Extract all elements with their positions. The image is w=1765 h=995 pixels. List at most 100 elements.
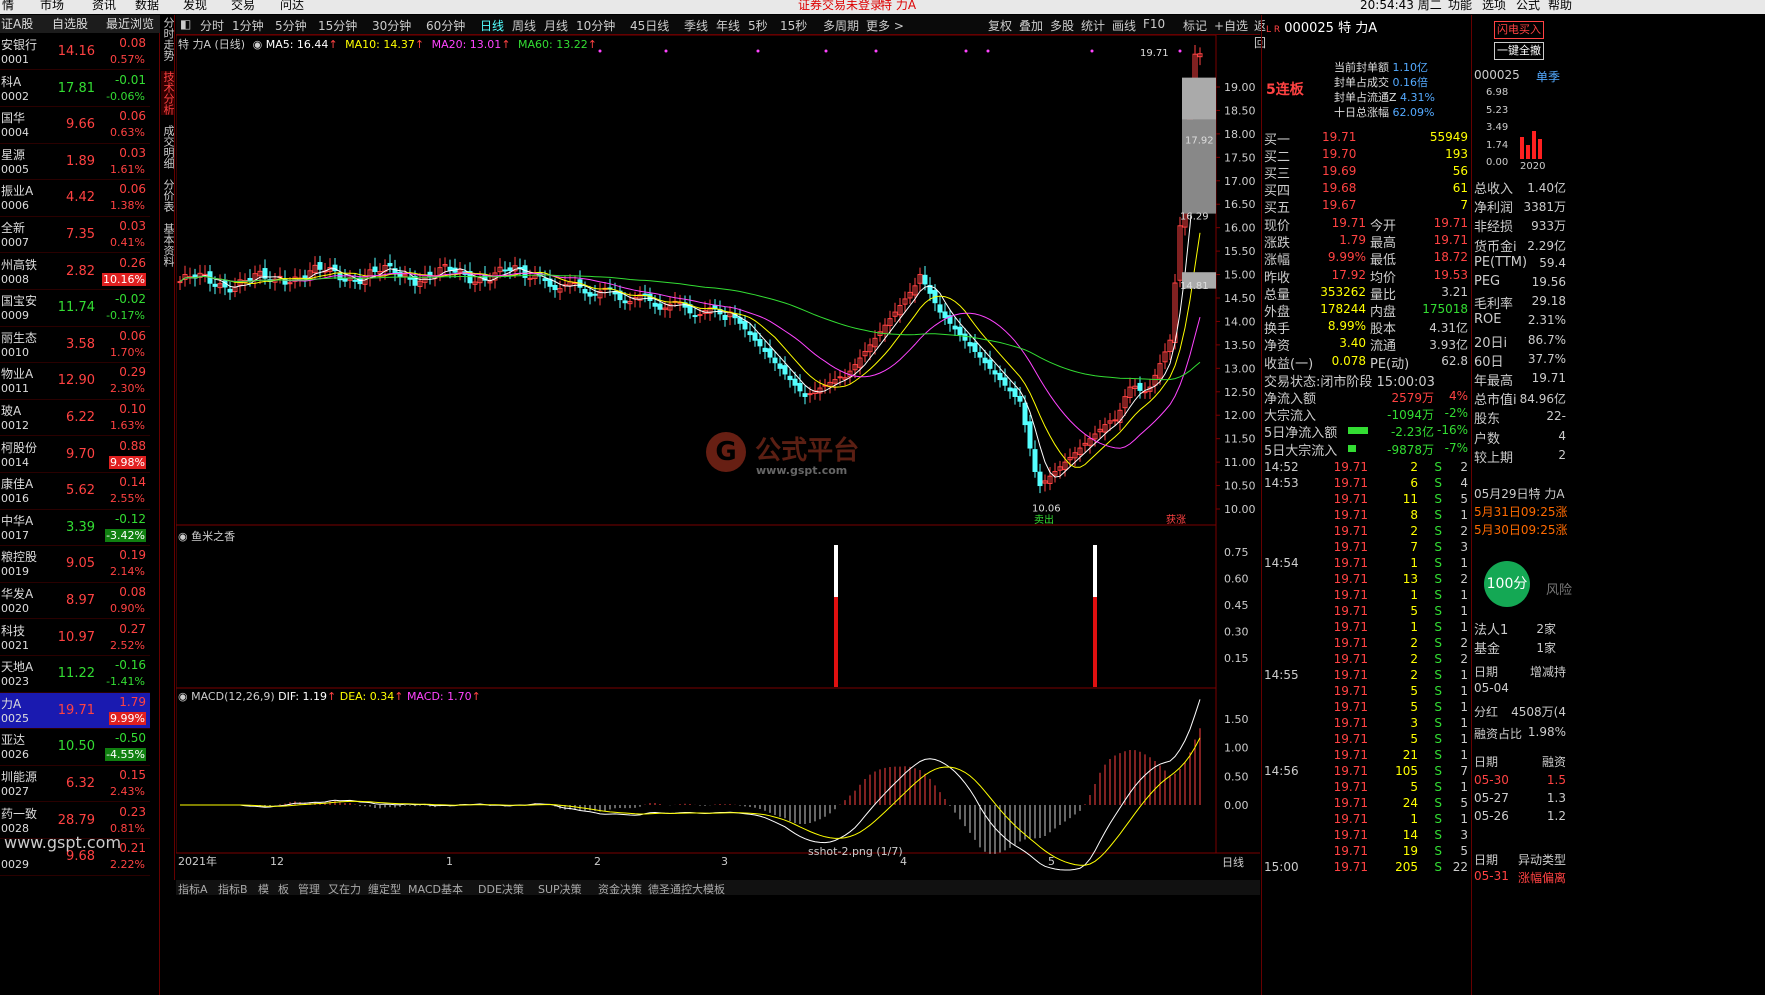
stock-row[interactable]: 亚达 0026 10.50 -0.50 -4.55% xyxy=(0,729,150,766)
tool-button[interactable]: 多股 xyxy=(1050,17,1074,34)
tool-button[interactable]: 复权 xyxy=(988,17,1012,34)
login-notice[interactable]: 证券交易未登录 xyxy=(798,0,882,12)
bottom-tab[interactable]: DDE决策 xyxy=(478,881,524,895)
menu-item[interactable]: 发现 xyxy=(183,0,207,12)
menu-item[interactable]: 数据 xyxy=(135,0,159,12)
stock-percent: 10.16% xyxy=(102,272,146,286)
period-tab[interactable]: 月线 xyxy=(544,17,568,34)
tab-quarter[interactable]: 单季 xyxy=(1536,68,1560,85)
stock-row[interactable]: 物业A 0011 12.90 0.29 2.30% xyxy=(0,363,150,400)
vtab-technical[interactable]: 技术分析 xyxy=(161,71,175,115)
period-tab[interactable]: 日线 xyxy=(480,17,504,34)
news-item[interactable]: 5月31日09:25涨 xyxy=(1474,503,1568,520)
stock-row[interactable]: 科技 0021 10.97 0.27 2.52% xyxy=(0,620,150,656)
toggle-icon[interactable]: ◧ xyxy=(180,17,191,31)
stock-row[interactable]: 国宝安 0009 11.74 -0.02 -0.17% xyxy=(0,290,150,327)
settings-icon[interactable]: ◉ xyxy=(178,530,188,543)
period-tab[interactable]: 5分钟 xyxy=(275,17,307,34)
stat-value: 19.71 xyxy=(1433,216,1468,230)
period-tab[interactable]: 季线 xyxy=(684,17,708,34)
stock-row[interactable]: 力A 0025 19.71 1.79 9.99% xyxy=(0,692,150,730)
news-item[interactable]: 5月30日09:25涨 xyxy=(1474,521,1568,538)
period-tab[interactable]: 10分钟 xyxy=(576,17,615,34)
period-tab[interactable]: 多周期 xyxy=(823,17,859,34)
bottom-tab[interactable]: MACD基本 xyxy=(408,881,463,895)
period-tab[interactable]: 更多 > xyxy=(866,17,904,34)
stock-row[interactable]: 天地A 0023 11.22 -0.16 -1.41% xyxy=(0,656,150,693)
period-tab[interactable]: 45日线 xyxy=(630,17,669,34)
period-tab[interactable]: 15秒 xyxy=(780,17,807,34)
menu-item[interactable]: 选项 xyxy=(1482,0,1506,12)
bottom-tab[interactable]: 管理 xyxy=(298,881,320,895)
tool-button[interactable]: +自选 xyxy=(1214,17,1248,34)
period-tab[interactable]: 分时 xyxy=(200,17,224,34)
bottom-tab[interactable]: 板 xyxy=(278,881,289,895)
tool-button[interactable]: 标记 xyxy=(1183,17,1207,34)
stock-row[interactable]: 玻A 0012 6.22 0.10 1.63% xyxy=(0,400,150,437)
stock-code: 0005 xyxy=(1,162,29,176)
period-tag[interactable]: 日线 xyxy=(1222,854,1244,870)
bottom-tab[interactable]: 缠定型 xyxy=(368,881,401,895)
stock-change: 0.08 xyxy=(119,585,146,599)
stock-row[interactable]: 国华 0004 9.66 0.06 0.63% xyxy=(0,107,150,144)
stock-row[interactable]: 粮控股 0019 9.05 0.19 2.14% xyxy=(0,546,150,583)
vtab-trades[interactable]: 成交明细 xyxy=(161,125,175,169)
stock-row[interactable]: 柯股份 0014 9.70 0.88 9.98% xyxy=(0,437,150,473)
menu-item[interactable]: 功能 xyxy=(1448,0,1472,12)
bottom-tab[interactable]: SUP决策 xyxy=(538,881,582,895)
bottom-tab[interactable]: 指标A xyxy=(178,881,208,895)
period-tab[interactable]: 周线 xyxy=(512,17,536,34)
period-tab[interactable]: 15分钟 xyxy=(318,17,357,34)
tick-side: S xyxy=(1434,844,1442,858)
tab-recent[interactable]: 最近浏览 xyxy=(106,15,154,33)
stock-row[interactable]: 中华A 0017 3.39 -0.12 -3.42% xyxy=(0,510,150,547)
stock-row[interactable]: 星源 0005 1.89 0.03 1.61% xyxy=(0,144,150,181)
news-item[interactable]: 05月29日特 力A xyxy=(1474,485,1565,502)
menu-item[interactable]: 问达 xyxy=(280,0,304,12)
stock-row[interactable]: 州高铁 0008 2.82 0.26 10.16% xyxy=(0,254,150,290)
cancel-all-button[interactable]: 一键全撤 xyxy=(1494,42,1544,60)
vtab-fundamentals[interactable]: 基本资料 xyxy=(161,223,175,267)
flash-buy-button[interactable]: 闪电买入 xyxy=(1494,21,1544,39)
candle-body xyxy=(722,314,728,320)
period-tab[interactable]: 5秒 xyxy=(748,17,768,34)
menu-item[interactable]: 公式 xyxy=(1516,0,1540,12)
menu-item[interactable]: 资讯 xyxy=(92,0,116,12)
tool-button[interactable]: 画线 xyxy=(1112,17,1136,34)
menu-item[interactable]: 市场 xyxy=(40,0,64,12)
tool-button[interactable]: F10 xyxy=(1143,17,1165,31)
period-tab[interactable]: 年线 xyxy=(716,17,740,34)
tab-sz-a[interactable]: 证A股 xyxy=(1,15,33,33)
stock-row[interactable]: 丽生态 0010 3.58 0.06 1.70% xyxy=(0,327,150,364)
stock-row[interactable]: 圳能源 0027 6.32 0.15 2.43% xyxy=(0,766,150,803)
stock-row[interactable]: 振业A 0006 4.42 0.06 1.38% xyxy=(0,180,150,217)
period-tab[interactable]: 1分钟 xyxy=(232,17,264,34)
bottom-tab[interactable]: 资金决策 xyxy=(598,881,642,895)
menu-item[interactable]: 帮助 xyxy=(1548,0,1572,12)
settings-icon[interactable]: ◉ xyxy=(178,690,188,703)
tick-volume: 1 xyxy=(1410,588,1418,602)
stock-row[interactable]: 全新 0007 7.35 0.03 0.41% xyxy=(0,217,150,254)
stock-row[interactable]: 康佳A 0016 5.62 0.14 2.55% xyxy=(0,473,150,510)
bottom-tab[interactable]: 德圣通控大模板 xyxy=(648,881,725,895)
bottom-tab[interactable]: 模 xyxy=(258,881,269,895)
stock-row[interactable]: 安银行 0001 14.16 0.08 0.57% xyxy=(0,34,150,71)
flow-percent: 4% xyxy=(1448,389,1468,403)
period-tab[interactable]: 60分钟 xyxy=(426,17,465,34)
vtab-timeshare[interactable]: 分时走势 xyxy=(161,17,175,61)
candle-body xyxy=(972,342,978,352)
score-badge[interactable]: 100分 xyxy=(1484,561,1530,607)
menu-item[interactable]: 情 xyxy=(2,0,14,12)
tool-button[interactable]: 统计 xyxy=(1081,17,1105,34)
period-tab[interactable]: 30分钟 xyxy=(372,17,411,34)
menu-item[interactable]: 交易 xyxy=(231,0,255,12)
tool-button[interactable]: 叠加 xyxy=(1019,17,1043,34)
bottom-tab[interactable]: 指标B xyxy=(218,881,248,895)
vtab-price-table[interactable]: 分价表 xyxy=(161,179,175,212)
stock-row[interactable]: 华发A 0020 8.97 0.08 0.90% xyxy=(0,583,150,620)
settings-icon[interactable]: ◉ xyxy=(253,38,263,51)
bottom-tab[interactable]: 又在力 xyxy=(328,881,361,895)
stock-row[interactable]: 科A 0002 17.81 -0.01 -0.06% xyxy=(0,71,150,107)
tab-favorites[interactable]: 自选股 xyxy=(52,15,88,33)
stat-value: 175018 xyxy=(1422,302,1468,316)
